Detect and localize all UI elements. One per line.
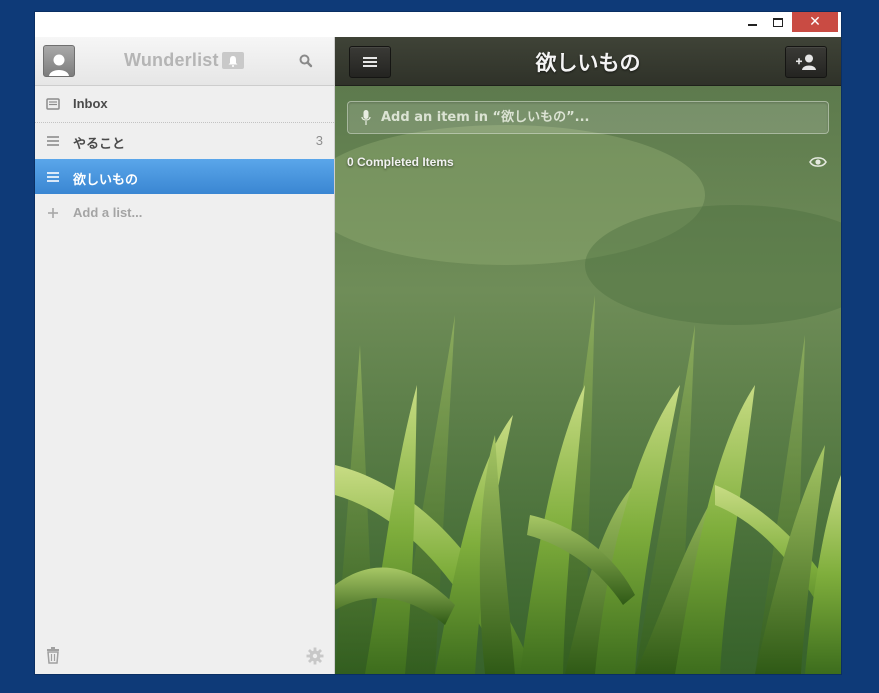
sidebar-item-yarukoto[interactable]: やること 3 xyxy=(35,123,334,159)
sidebar-header: Wunderlist xyxy=(35,37,334,86)
trash-button[interactable] xyxy=(45,647,61,664)
add-person-icon xyxy=(796,54,816,70)
task-count-badge: 3 xyxy=(315,133,323,148)
inbox-icon xyxy=(46,98,60,110)
add-list-label: Add a list... xyxy=(73,205,143,220)
gear-icon xyxy=(306,647,324,665)
grass-background-image xyxy=(335,85,841,674)
trash-icon xyxy=(47,647,59,664)
minimize-button[interactable] xyxy=(739,12,765,32)
add-list-button[interactable]: Add a list... xyxy=(35,195,334,231)
sidebar-item-inbox[interactable]: Inbox xyxy=(35,86,334,123)
completed-items-toggle[interactable]: 0 Completed Items xyxy=(347,155,454,169)
add-item-field[interactable] xyxy=(347,101,829,134)
minimize-icon xyxy=(747,24,757,26)
search-button[interactable] xyxy=(297,52,315,70)
list-title: 欲しいもの xyxy=(535,51,641,75)
close-icon: ✕ xyxy=(809,14,821,30)
user-icon xyxy=(49,54,69,76)
sidebar: Wunderlist Inbox やること 3 欲しいもの Add a list… xyxy=(35,37,335,674)
sidebar-item-label: やること xyxy=(73,136,126,151)
notifications-button[interactable] xyxy=(222,52,244,69)
add-item-input[interactable] xyxy=(381,102,821,133)
bell-icon xyxy=(228,55,238,67)
plus-icon xyxy=(48,208,58,218)
maximize-button[interactable] xyxy=(765,12,791,32)
list-header: 欲しいもの xyxy=(335,37,841,86)
title-bar: ✕ xyxy=(35,12,841,37)
list-icon xyxy=(47,172,59,182)
list-detail-panel: 欲しいもの 0 Completed Items xyxy=(335,37,841,674)
sidebar-item-hoshiimono[interactable]: 欲しいもの xyxy=(35,159,334,194)
maximize-icon xyxy=(773,17,783,27)
share-list-button[interactable] xyxy=(785,46,827,78)
search-icon xyxy=(299,54,313,68)
sidebar-item-label: 欲しいもの xyxy=(73,172,139,187)
app-brand: Wunderlist xyxy=(124,50,219,70)
avatar[interactable] xyxy=(43,45,75,77)
microphone-icon[interactable] xyxy=(361,110,371,126)
close-button[interactable]: ✕ xyxy=(792,12,838,32)
settings-button[interactable] xyxy=(306,647,324,665)
sidebar-item-label: Inbox xyxy=(73,96,108,111)
list-icon xyxy=(47,136,59,146)
eye-icon[interactable] xyxy=(809,155,827,169)
app-window: ✕ Wunderlist Inbox やること 3 欲しいもの Add a li… xyxy=(35,12,841,674)
